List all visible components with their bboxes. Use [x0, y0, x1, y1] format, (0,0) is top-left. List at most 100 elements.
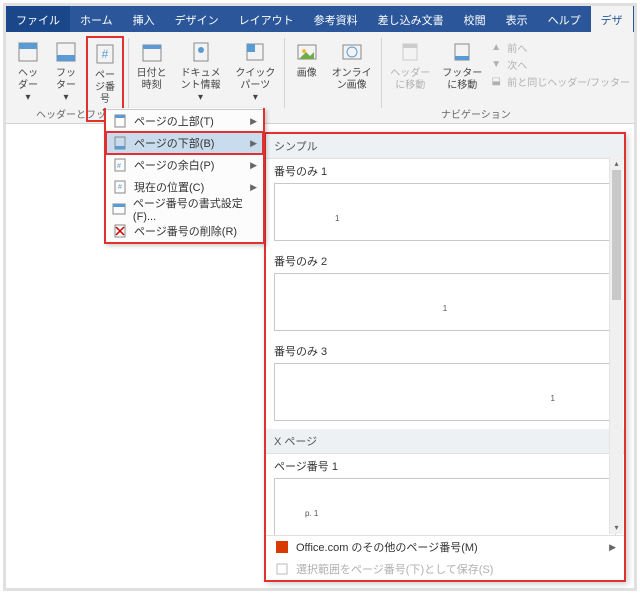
- scroll-thumb[interactable]: [612, 170, 621, 300]
- tab-header-footer-design[interactable]: デザ: [591, 6, 633, 32]
- go-footer-label: フッターに移動: [441, 68, 483, 92]
- group-navigation-label: ナビゲーション: [441, 106, 511, 121]
- gallery-item-2[interactable]: 1: [274, 273, 616, 331]
- tab-help[interactable]: ヘルプ: [538, 6, 591, 32]
- menu-page-margins[interactable]: # ページの余白(P) ▶: [106, 154, 263, 176]
- page-number-gallery: シンプル 番号のみ 1 1 番号のみ 2 1 番号のみ 3 1 X ページ ペー…: [264, 132, 626, 582]
- scroll-up-icon[interactable]: ▴: [610, 156, 623, 170]
- tab-mailings[interactable]: 差し込み文書: [368, 6, 454, 32]
- menu-bottom-label: ページの下部(B): [134, 135, 214, 151]
- submenu-arrow-icon: ▶: [250, 138, 257, 149]
- image-button[interactable]: 画像: [289, 36, 325, 82]
- online-image-button[interactable]: オンライン画像: [327, 36, 377, 94]
- image-icon: [293, 38, 321, 66]
- page-number-label: ページ番号: [92, 70, 118, 106]
- menu-remove-page-numbers[interactable]: ページ番号の削除(R): [106, 220, 263, 242]
- header-icon: [14, 38, 42, 66]
- submenu-arrow-icon: ▶: [250, 182, 257, 193]
- ribbon: ヘッダー▾ フッター▾ # ページ番号▾ 日付と時刻 ドキュメント情報▾ クイッ…: [6, 32, 634, 124]
- tab-layout[interactable]: レイアウト: [229, 6, 304, 32]
- same-as-prev-label: 前と同じヘッダー/フッター: [507, 74, 630, 89]
- menu-remove-label: ページ番号の削除(R): [134, 223, 237, 239]
- gallery-item-4[interactable]: p. 1: [274, 478, 616, 535]
- gallery-item-3[interactable]: 1: [274, 363, 616, 421]
- preview-number: 1: [335, 214, 339, 223]
- svg-text:#: #: [118, 184, 122, 191]
- quick-parts-label: クイックパーツ: [235, 68, 277, 92]
- next-label: 次へ: [507, 57, 527, 72]
- date-time-label: 日付と時刻: [137, 68, 167, 92]
- tab-strip: ファイル ホーム 挿入 デザイン レイアウト 参考資料 差し込み文書 校閲 表示…: [6, 6, 634, 32]
- doc-info-button[interactable]: ドキュメント情報▾: [173, 36, 229, 106]
- submenu-arrow-icon: ▶: [609, 542, 616, 553]
- group-header-footer-label: ヘッダーとフッ: [36, 106, 106, 121]
- preview-number: 1: [551, 394, 555, 403]
- menu-top-label: ページの上部(T): [134, 113, 214, 129]
- gallery-item-1-label: 番号のみ 1: [266, 159, 624, 181]
- header-label: ヘッダー: [14, 68, 42, 92]
- footer-icon: [52, 38, 80, 66]
- gallery-office-label: Office.com のその他のページ番号(M): [296, 539, 478, 555]
- gallery-scroll-area: 番号のみ 1 1 番号のみ 2 1 番号のみ 3 1 X ページ ページ番号 1…: [266, 159, 624, 535]
- tab-view[interactable]: 表示: [496, 6, 538, 32]
- scroll-down-icon[interactable]: ▾: [610, 520, 623, 534]
- page-number-menu: ページの上部(T) ▶ ページの下部(B) ▶ # ページの余白(P) ▶ # …: [104, 108, 265, 244]
- remove-icon: [112, 223, 128, 239]
- preview-number: 1: [443, 304, 447, 313]
- prev-button[interactable]: ▲ 前へ: [489, 40, 630, 55]
- svg-text:#: #: [102, 47, 109, 61]
- go-header-button[interactable]: ヘッダーに移動: [385, 36, 435, 94]
- go-header-label: ヘッダーに移動: [389, 68, 431, 92]
- doc-info-label: ドキュメント情報: [177, 68, 225, 92]
- gallery-scrollbar[interactable]: ▴ ▾: [609, 156, 623, 534]
- page-top-icon: [112, 113, 128, 129]
- go-header-icon: [396, 38, 424, 66]
- menu-top-of-page[interactable]: ページの上部(T) ▶: [106, 110, 263, 132]
- date-time-icon: [138, 38, 166, 66]
- prev-label: 前へ: [507, 40, 527, 55]
- same-as-prev-button[interactable]: ⬓ 前と同じヘッダー/フッター: [489, 74, 630, 89]
- page-bottom-icon: [112, 135, 128, 151]
- next-icon: ▼: [489, 58, 503, 72]
- tab-home[interactable]: ホーム: [70, 6, 123, 32]
- tab-references[interactable]: 参考資料: [304, 6, 368, 32]
- menu-bottom-of-page[interactable]: ページの下部(B) ▶: [106, 132, 263, 154]
- tab-design[interactable]: デザイン: [165, 6, 229, 32]
- gallery-item-4-label: ページ番号 1: [266, 454, 624, 476]
- page-number-icon: #: [91, 40, 119, 68]
- current-position-icon: #: [112, 179, 128, 195]
- online-image-label: オンライン画像: [331, 68, 373, 92]
- gallery-save-label: 選択範囲をページ番号(下)として保存(S): [296, 561, 493, 577]
- go-footer-button[interactable]: フッターに移動: [437, 36, 487, 94]
- image-label: 画像: [297, 68, 317, 80]
- preview-number: p. 1: [305, 509, 318, 518]
- format-icon: [112, 201, 127, 217]
- gallery-section-xpage: X ページ: [266, 429, 624, 454]
- footer-label: フッター: [52, 68, 80, 92]
- footer-button[interactable]: フッター▾: [48, 36, 84, 106]
- header-button[interactable]: ヘッダー▾: [10, 36, 46, 106]
- gallery-item-3-label: 番号のみ 3: [266, 339, 624, 361]
- menu-format-label: ページ番号の書式設定(F)...: [133, 195, 257, 223]
- office-icon: [274, 539, 290, 555]
- tab-insert[interactable]: 挿入: [123, 6, 165, 32]
- menu-margin-label: ページの余白(P): [134, 157, 214, 173]
- menu-format-page-numbers[interactable]: ページ番号の書式設定(F)...: [106, 198, 263, 220]
- next-button[interactable]: ▼ 次へ: [489, 57, 630, 72]
- gallery-item-1[interactable]: 1: [274, 183, 616, 241]
- quick-parts-icon: [241, 38, 269, 66]
- menu-current-label: 現在の位置(C): [134, 179, 204, 195]
- submenu-arrow-icon: ▶: [250, 116, 257, 127]
- tab-review[interactable]: 校閲: [454, 6, 496, 32]
- gallery-item-2-label: 番号のみ 2: [266, 249, 624, 271]
- link-icon: ⬓: [489, 75, 503, 89]
- page-margin-icon: #: [112, 157, 128, 173]
- svg-text:#: #: [117, 163, 121, 170]
- tab-file[interactable]: ファイル: [6, 6, 70, 32]
- submenu-arrow-icon: ▶: [250, 160, 257, 171]
- prev-icon: ▲: [489, 41, 503, 55]
- quick-parts-button[interactable]: クイックパーツ▾: [231, 36, 281, 106]
- gallery-section-simple: シンプル: [266, 134, 624, 159]
- gallery-more-office[interactable]: Office.com のその他のページ番号(M) ▶: [266, 536, 624, 558]
- date-time-button[interactable]: 日付と時刻: [133, 36, 171, 94]
